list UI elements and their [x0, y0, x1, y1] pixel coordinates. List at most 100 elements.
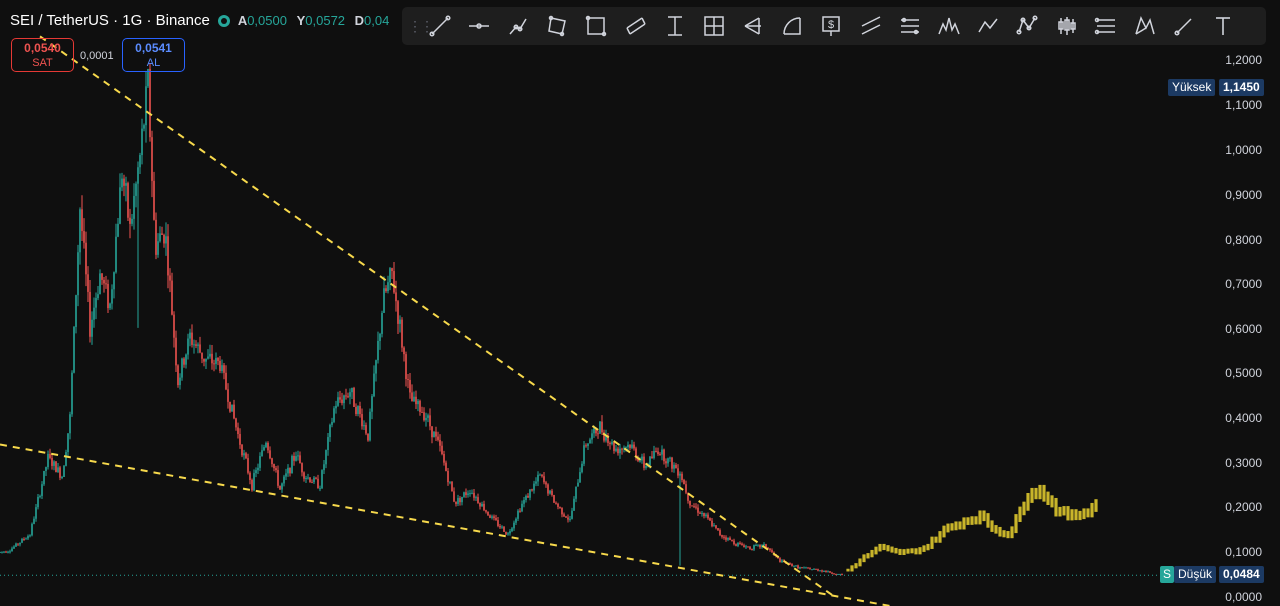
range-lines-icon[interactable] [1086, 7, 1125, 45]
polyline-icon[interactable] [498, 7, 537, 45]
candle-body [219, 360, 221, 371]
candle-body [437, 436, 439, 440]
candle-body [55, 461, 57, 473]
nodes-icon[interactable] [1008, 7, 1047, 45]
projection-bar [978, 510, 982, 525]
candle-body [807, 567, 809, 569]
projection-bar [918, 547, 922, 555]
candle-body [417, 400, 419, 405]
candle-body [207, 356, 209, 359]
sell-button[interactable]: 0,0540 SAT [11, 38, 74, 72]
candles-icon[interactable] [1047, 7, 1086, 45]
arc-icon[interactable] [773, 7, 812, 45]
head-shoulders-icon[interactable] [929, 7, 968, 45]
candle-body [95, 298, 97, 308]
low-value: 0,04 [364, 13, 390, 28]
candle-body [291, 456, 293, 474]
candle-body [63, 465, 65, 477]
grid-icon[interactable] [694, 7, 733, 45]
candle-body [661, 449, 663, 455]
horizontal-ray-icon[interactable] [459, 7, 498, 45]
candle-body [195, 344, 197, 346]
candle-body [717, 528, 719, 531]
candle-body [519, 510, 521, 512]
parallel-channel-icon[interactable] [616, 7, 655, 45]
projection-bar [1014, 514, 1018, 534]
price-label-icon[interactable]: $ [812, 7, 851, 45]
candle-body [363, 425, 365, 427]
candle-body [631, 444, 633, 448]
vertical-range-icon[interactable] [655, 7, 694, 45]
y-tick-label: 1,2000 [1225, 53, 1262, 67]
candle-body [23, 538, 25, 540]
candle-body [641, 456, 643, 461]
candle-body [223, 365, 225, 373]
buy-button[interactable]: 0,0541 AL [122, 38, 185, 72]
candle-body [813, 568, 815, 570]
candle-body [285, 473, 287, 477]
candle-body [333, 408, 335, 422]
candle-body [125, 183, 127, 186]
low-price-label: Düşük [1174, 566, 1217, 583]
candle-body [435, 431, 437, 437]
projection-bar [938, 531, 942, 543]
candle-body [347, 396, 349, 398]
candle-body [837, 573, 839, 575]
pitchfork-icon[interactable] [734, 7, 773, 45]
candle-body [375, 360, 377, 374]
drag-handle-icon[interactable]: ⋮⋮ [408, 18, 434, 35]
rectangle-icon[interactable] [577, 7, 616, 45]
candle-body [85, 242, 87, 275]
candle-body [237, 427, 239, 435]
candle-body [59, 467, 61, 478]
brush-icon[interactable] [1165, 7, 1204, 45]
candle-body [353, 387, 355, 407]
candle-body [533, 483, 535, 491]
projection-bars [846, 484, 1098, 572]
xabcd-icon[interactable] [1125, 7, 1164, 45]
candle-body [27, 536, 29, 539]
projection-bar [1054, 497, 1058, 517]
candle-body [481, 503, 483, 507]
candle-body [209, 353, 211, 357]
spread-value: 0,0001 [80, 50, 114, 62]
candle-body [169, 275, 171, 281]
trendline [0, 443, 891, 606]
trend-line-icon[interactable] [420, 7, 459, 45]
candle-body [467, 493, 469, 495]
candle-body [35, 507, 37, 519]
candle-body [679, 473, 681, 476]
candle-body [227, 389, 229, 402]
candle-body [143, 125, 145, 129]
candle-body [343, 395, 345, 404]
text-icon[interactable] [1204, 7, 1243, 45]
zigzag-icon[interactable] [969, 7, 1008, 45]
candle-body [721, 535, 723, 537]
projection-bar [914, 548, 918, 555]
candle-body [295, 456, 297, 461]
candle-body [683, 479, 685, 485]
symbol-title[interactable]: SEI / TetherUS · 1G · Binance [10, 12, 210, 29]
candle-body [7, 551, 9, 553]
y-tick-label: 0,9000 [1225, 188, 1262, 202]
candle-body [11, 548, 13, 552]
projection-bar [974, 516, 978, 525]
candle-body [835, 574, 837, 576]
projection-bar [922, 545, 926, 552]
projection-bar [862, 554, 866, 563]
low-price-value: 0,0484 [1219, 566, 1264, 583]
double-line-icon[interactable] [851, 7, 890, 45]
rotated-rectangle-icon[interactable] [538, 7, 577, 45]
candle-body [513, 522, 515, 529]
bars-pattern-icon[interactable] [890, 7, 929, 45]
y-tick-label: 0,3000 [1225, 456, 1262, 470]
candle-body [489, 515, 491, 518]
candle-body [711, 520, 713, 527]
price-chart[interactable] [0, 0, 1280, 606]
candle-body [159, 233, 161, 242]
candle-body [615, 448, 617, 451]
candle-body [421, 411, 423, 413]
candle-body [25, 538, 27, 540]
candles [0, 63, 843, 576]
candle-body [317, 478, 319, 489]
